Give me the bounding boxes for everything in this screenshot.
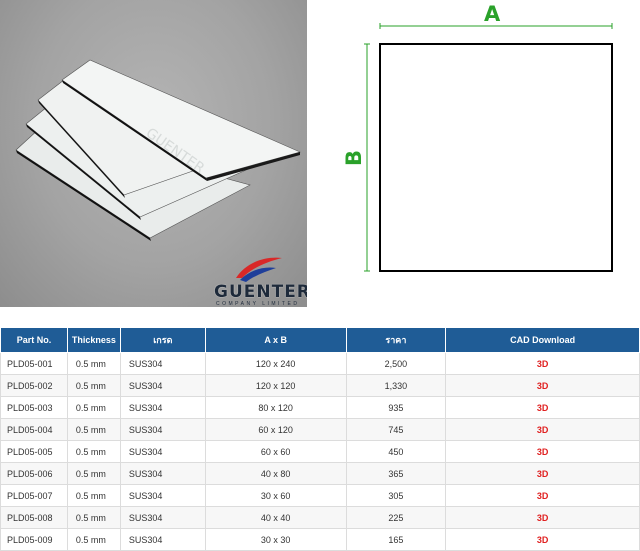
cad-download-link[interactable]: 3D: [445, 352, 640, 375]
cell-grade: SUS304: [119, 374, 206, 397]
cell-price: 745: [345, 418, 447, 441]
cell-price: 305: [345, 484, 447, 507]
cad-download-link[interactable]: 3D: [445, 440, 640, 463]
col-header-part-no: Part No.: [0, 327, 68, 353]
cell-size: 60 x 120: [204, 418, 347, 441]
col-header-cad: CAD Download: [445, 327, 640, 353]
cell-size: 120 x 240: [204, 352, 347, 375]
cell-part-no: PLD05-004: [0, 418, 68, 441]
cell-thickness: 0.5 mm: [66, 506, 121, 529]
cad-download-link[interactable]: 3D: [445, 396, 640, 419]
dimension-label-b: B: [342, 150, 366, 167]
table-row: PLD05-001 0.5 mm SUS304 120 x 240 2,500 3D: [0, 352, 640, 375]
table-row: PLD05-006 0.5 mm SUS304 40 x 80 365 3D: [0, 462, 640, 485]
cell-size: 40 x 80: [204, 462, 347, 485]
cad-download-link[interactable]: 3D: [445, 528, 640, 551]
product-table: Part No. Thickness เกรด A x B ราคา CAD D…: [0, 327, 640, 551]
cell-grade: SUS304: [119, 418, 206, 441]
cell-price: 2,500: [345, 352, 447, 375]
cell-thickness: 0.5 mm: [66, 396, 121, 419]
cell-grade: SUS304: [119, 506, 206, 529]
table-row: PLD05-003 0.5 mm SUS304 80 x 120 935 3D: [0, 396, 640, 419]
logo-name: GUENTER: [214, 282, 307, 302]
table-row: PLD05-009 0.5 mm SUS304 30 x 30 165 3D: [0, 528, 640, 551]
cell-grade: SUS304: [119, 440, 206, 463]
cell-thickness: 0.5 mm: [66, 374, 121, 397]
cad-download-link[interactable]: 3D: [445, 374, 640, 397]
cell-price: 1,330: [345, 374, 447, 397]
cell-grade: SUS304: [119, 396, 206, 419]
cell-price: 225: [345, 506, 447, 529]
cell-part-no: PLD05-005: [0, 440, 68, 463]
col-header-grade: เกรด: [119, 327, 206, 353]
brand-logo: GUENTER COMPANY LIMITED: [0, 248, 307, 307]
cell-grade: SUS304: [119, 352, 206, 375]
cell-thickness: 0.5 mm: [66, 352, 121, 375]
cell-part-no: PLD05-009: [0, 528, 68, 551]
cell-thickness: 0.5 mm: [66, 484, 121, 507]
cell-price: 165: [345, 528, 447, 551]
cad-download-link[interactable]: 3D: [445, 462, 640, 485]
cell-part-no: PLD05-001: [0, 352, 68, 375]
table-header-row: Part No. Thickness เกรด A x B ราคา CAD D…: [0, 327, 640, 353]
cell-grade: SUS304: [119, 484, 206, 507]
cell-part-no: PLD05-003: [0, 396, 68, 419]
logo-tagline: COMPANY LIMITED: [216, 301, 300, 307]
cad-download-link[interactable]: 3D: [445, 418, 640, 441]
cell-part-no: PLD05-007: [0, 484, 68, 507]
plate-outline: [379, 43, 613, 272]
cell-price: 935: [345, 396, 447, 419]
table-row: PLD05-002 0.5 mm SUS304 120 x 120 1,330 3D: [0, 374, 640, 397]
cell-thickness: 0.5 mm: [66, 462, 121, 485]
cell-thickness: 0.5 mm: [66, 418, 121, 441]
cell-size: 60 x 60: [204, 440, 347, 463]
cell-part-no: PLD05-008: [0, 506, 68, 529]
cell-thickness: 0.5 mm: [66, 440, 121, 463]
cad-download-link[interactable]: 3D: [445, 484, 640, 507]
cell-grade: SUS304: [119, 462, 206, 485]
col-header-size: A x B: [204, 327, 347, 353]
product-photo: GUENTER GUENTER COMPANY LIMITED: [0, 0, 307, 307]
dimension-diagram: [364, 23, 613, 272]
cell-thickness: 0.5 mm: [66, 528, 121, 551]
cell-part-no: PLD05-006: [0, 462, 68, 485]
col-header-price: ราคา: [345, 327, 447, 353]
dimension-label-a: A: [484, 2, 501, 26]
cell-size: 30 x 30: [204, 528, 347, 551]
cell-grade: SUS304: [119, 528, 206, 551]
cell-size: 40 x 40: [204, 506, 347, 529]
cell-price: 450: [345, 440, 447, 463]
cell-size: 80 x 120: [204, 396, 347, 419]
cell-size: 30 x 60: [204, 484, 347, 507]
col-header-thickness: Thickness: [66, 327, 121, 353]
table-row: PLD05-008 0.5 mm SUS304 40 x 40 225 3D: [0, 506, 640, 529]
cell-size: 120 x 120: [204, 374, 347, 397]
cell-part-no: PLD05-002: [0, 374, 68, 397]
table-row: PLD05-004 0.5 mm SUS304 60 x 120 745 3D: [0, 418, 640, 441]
cell-price: 365: [345, 462, 447, 485]
table-row: PLD05-005 0.5 mm SUS304 60 x 60 450 3D: [0, 440, 640, 463]
table-row: PLD05-007 0.5 mm SUS304 30 x 60 305 3D: [0, 484, 640, 507]
cad-download-link[interactable]: 3D: [445, 506, 640, 529]
